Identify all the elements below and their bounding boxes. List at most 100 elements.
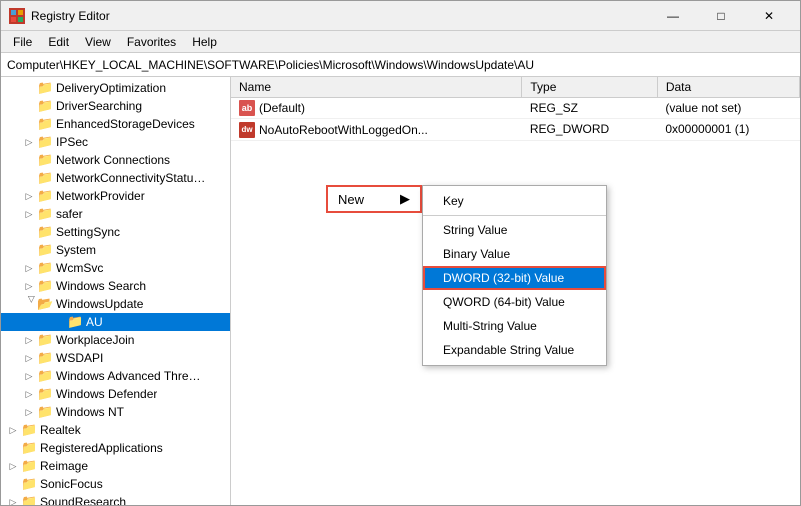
tree-panel[interactable]: 📁 DeliveryOptimization 📁 DriverSearching… (1, 77, 231, 505)
submenu-item-binary-value[interactable]: Binary Value (423, 242, 606, 266)
new-menu-button[interactable]: New ▶ (326, 185, 422, 213)
table-row[interactable]: dw NoAutoRebootWithLoggedOn... REG_DWORD… (231, 119, 800, 141)
title-bar: Registry Editor — □ ✕ (1, 1, 800, 31)
folder-icon: 📁 (37, 332, 53, 348)
tree-item-system[interactable]: 📁 System (1, 241, 230, 259)
expand-icon: ▷ (21, 368, 37, 384)
tree-item-wsdapi[interactable]: ▷ 📁 WSDAPI (1, 349, 230, 367)
tree-item-sonicfocus[interactable]: 📁 SonicFocus (1, 475, 230, 493)
tree-item-safer[interactable]: ▷ 📁 safer (1, 205, 230, 223)
right-panel: Name Type Data ab (Default) (231, 77, 800, 505)
menu-help[interactable]: Help (184, 33, 225, 51)
tree-label: WindowsUpdate (56, 297, 143, 311)
folder-icon: 📁 (37, 350, 53, 366)
tree-item-windows-atp[interactable]: ▷ 📁 Windows Advanced Threat Prote... (1, 367, 230, 385)
tree-item-deliveryoptimization[interactable]: 📁 DeliveryOptimization (1, 79, 230, 97)
tree-item-reimage[interactable]: ▷ 📁 Reimage (1, 457, 230, 475)
tree-item-au[interactable]: 📁 AU (1, 313, 230, 331)
registry-editor-window: Registry Editor — □ ✕ File Edit View Fav… (0, 0, 801, 506)
window-title: Registry Editor (31, 9, 650, 23)
row-type: REG_SZ (522, 98, 657, 119)
expand-icon (5, 476, 21, 492)
expand-icon: ▷ (21, 404, 37, 420)
expand-icon: ▷ (21, 332, 37, 348)
folder-icon: 📁 (37, 134, 53, 150)
minimize-button[interactable]: — (650, 1, 696, 31)
folder-icon: 📁 (21, 494, 37, 505)
menu-view[interactable]: View (77, 33, 119, 51)
tree-item-network-connections[interactable]: 📁 Network Connections (1, 151, 230, 169)
tree-item-windows-defender[interactable]: ▷ 📁 Windows Defender (1, 385, 230, 403)
folder-icon: 📁 (37, 242, 53, 258)
expand-icon: ▷ (21, 278, 37, 294)
menu-favorites[interactable]: Favorites (119, 33, 184, 51)
tree-label: WorkplaceJoin (56, 333, 134, 347)
tree-label: WSDAPI (56, 351, 103, 365)
tree-item-windowsupdate[interactable]: ▷ 📂 WindowsUpdate (1, 295, 230, 313)
folder-icon: 📁 (37, 404, 53, 420)
close-button[interactable]: ✕ (746, 1, 792, 31)
tree-item-windows-search[interactable]: ▷ 📁 Windows Search (1, 277, 230, 295)
expand-icon: ▷ (21, 206, 37, 222)
row-data: 0x00000001 (1) (657, 119, 799, 141)
new-submenu: Key String Value Binary Value DWORD (32-… (422, 185, 607, 366)
tree-label: DriverSearching (56, 99, 142, 113)
tree-item-settingsync[interactable]: 📁 SettingSync (1, 223, 230, 241)
submenu-separator (423, 215, 606, 216)
menu-edit[interactable]: Edit (40, 33, 77, 51)
row-data: (value not set) (657, 98, 799, 119)
menu-bar: File Edit View Favorites Help (1, 31, 800, 53)
column-type[interactable]: Type (522, 77, 657, 98)
row-name: ab (Default) (231, 98, 522, 119)
context-menu-area: New ▶ Key String Value Binary Value DWOR… (326, 185, 422, 213)
tree-item-workplacejoin[interactable]: ▷ 📁 WorkplaceJoin (1, 331, 230, 349)
expand-icon: ▷ (21, 296, 37, 312)
expand-icon: ▷ (21, 188, 37, 204)
expand-icon: ▷ (21, 260, 37, 276)
tree-label: AU (86, 315, 103, 329)
expand-icon (21, 152, 37, 168)
tree-label: DeliveryOptimization (56, 81, 166, 95)
tree-item-windows-nt[interactable]: ▷ 📁 Windows NT (1, 403, 230, 421)
row-type: REG_DWORD (522, 119, 657, 141)
column-data[interactable]: Data (657, 77, 799, 98)
submenu-item-expandable-string-value[interactable]: Expandable String Value (423, 338, 606, 362)
menu-file[interactable]: File (5, 33, 40, 51)
address-bar: Computer\HKEY_LOCAL_MACHINE\SOFTWARE\Pol… (1, 53, 800, 77)
tree-item-soundresearch[interactable]: ▷ 📁 SoundResearch (1, 493, 230, 505)
tree-item-driversearching[interactable]: 📁 DriverSearching (1, 97, 230, 115)
window-controls: — □ ✕ (650, 1, 792, 31)
expand-icon (51, 314, 67, 330)
expand-icon: ▷ (5, 494, 21, 505)
maximize-button[interactable]: □ (698, 1, 744, 31)
folder-icon: 📁 (37, 188, 53, 204)
tree-item-enhancedstoragedevices[interactable]: 📁 EnhancedStorageDevices (1, 115, 230, 133)
submenu-item-multi-string-value[interactable]: Multi-String Value (423, 314, 606, 338)
folder-icon: 📁 (37, 152, 53, 168)
expand-icon (21, 80, 37, 96)
address-text: Computer\HKEY_LOCAL_MACHINE\SOFTWARE\Pol… (7, 58, 534, 72)
tree-item-wcmsvc[interactable]: ▷ 📁 WcmSvc (1, 259, 230, 277)
tree-item-realtek[interactable]: ▷ 📁 Realtek (1, 421, 230, 439)
submenu-item-string-value[interactable]: String Value (423, 218, 606, 242)
tree-label: safer (56, 207, 83, 221)
submenu-item-key[interactable]: Key (423, 189, 606, 213)
tree-item-networkprovider[interactable]: ▷ 📁 NetworkProvider (1, 187, 230, 205)
expand-icon: ▷ (21, 134, 37, 150)
new-label: New (338, 192, 364, 207)
expand-icon: ▷ (21, 350, 37, 366)
column-name[interactable]: Name (231, 77, 522, 98)
tree-label: EnhancedStorageDevices (56, 117, 195, 131)
tree-label: Windows NT (56, 405, 124, 419)
tree-item-ipsec[interactable]: ▷ 📁 IPSec (1, 133, 230, 151)
table-row[interactable]: ab (Default) REG_SZ (value not set) (231, 98, 800, 119)
folder-icon: 📁 (37, 260, 53, 276)
row-name-text: (Default) (259, 101, 305, 115)
expand-icon: ▷ (5, 458, 21, 474)
submenu-item-qword-value[interactable]: QWORD (64-bit) Value (423, 290, 606, 314)
tree-item-networkconnectivity[interactable]: 📁 NetworkConnectivityStatusIn... (1, 169, 230, 187)
row-name-text: NoAutoRebootWithLoggedOn... (259, 123, 428, 137)
tree-item-registeredapps[interactable]: 📁 RegisteredApplications (1, 439, 230, 457)
submenu-item-dword-value[interactable]: DWORD (32-bit) Value (423, 266, 606, 290)
tree-label: IPSec (56, 135, 88, 149)
